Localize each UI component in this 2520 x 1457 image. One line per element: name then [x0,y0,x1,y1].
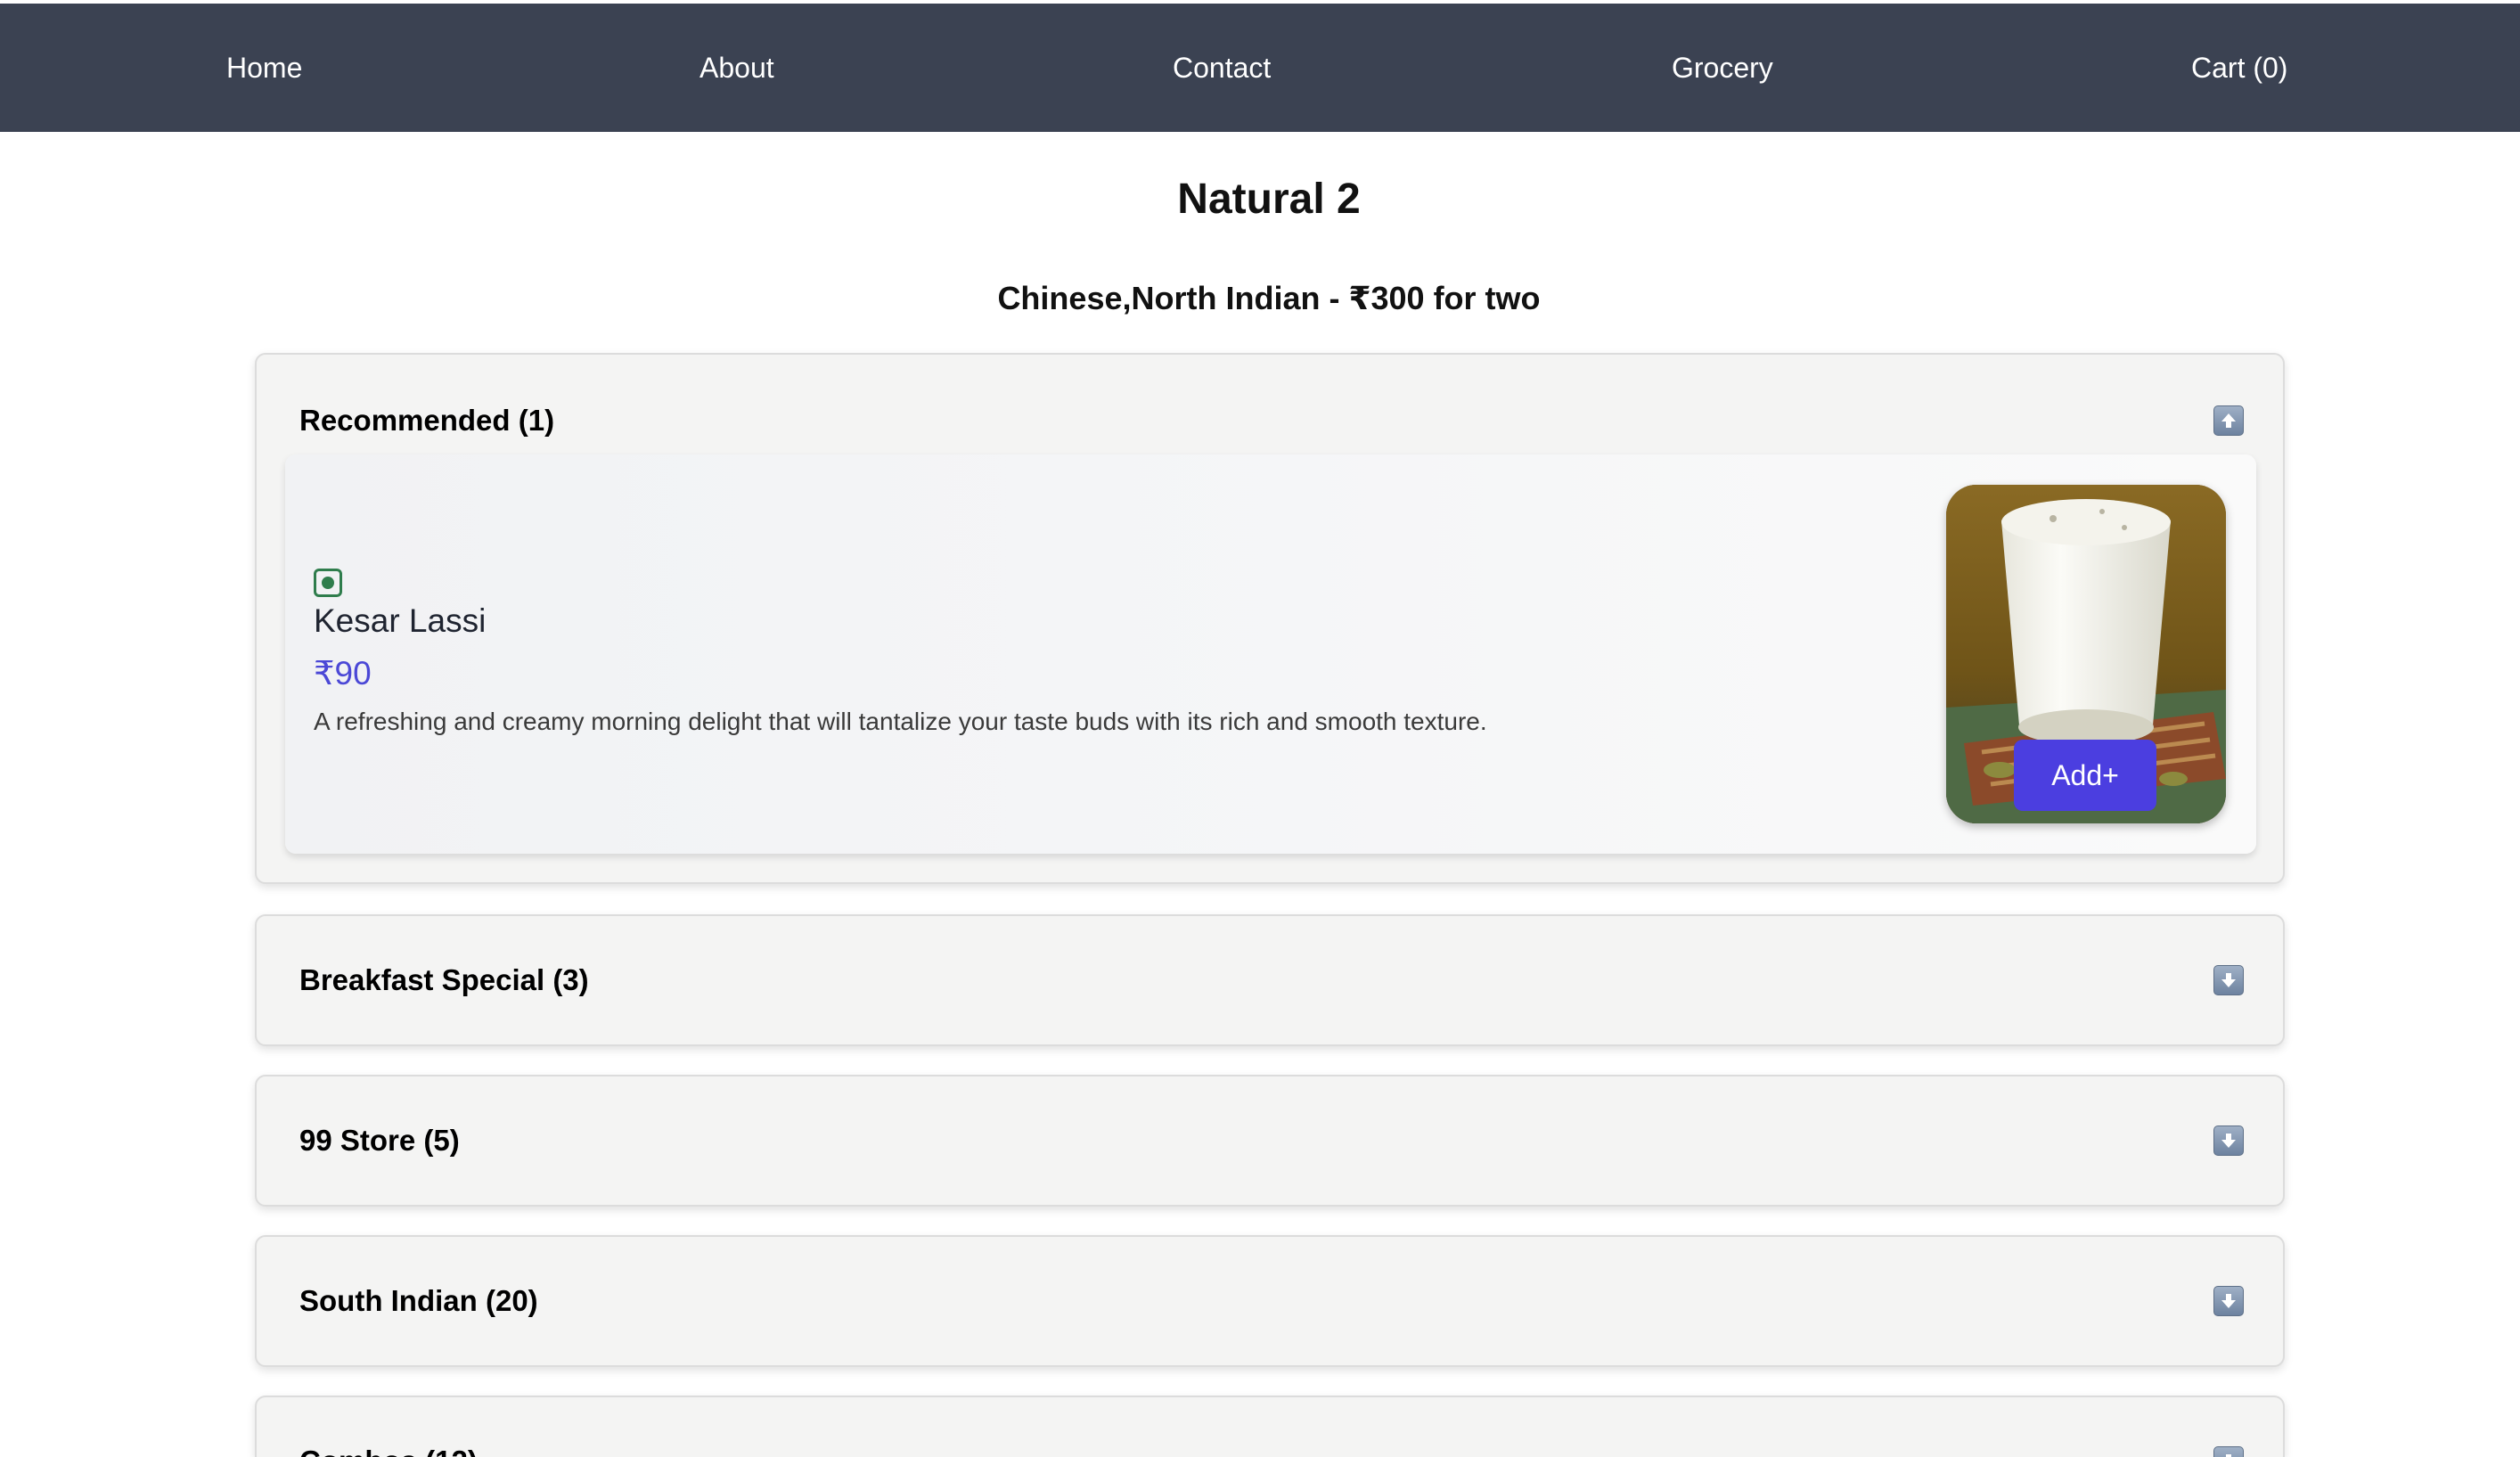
category-header[interactable]: Combos (12) [299,1397,2244,1457]
arrow-up-glyph [2221,413,2236,428]
arrow-down-icon[interactable] [2213,1125,2244,1156]
veg-icon [314,569,342,597]
restaurant-cuisine-and-cost: Chinese,North Indian - ₹300 for two [997,280,1541,316]
arrow-down-icon[interactable] [2213,1286,2244,1316]
category-title: Combos (12) [299,1445,478,1457]
restaurant-name: Natural 2 [1177,176,1361,223]
add-to-cart-button[interactable]: Add+ [2014,740,2156,811]
arrow-down-glyph [2221,1134,2236,1148]
arrow-down-icon[interactable] [2213,965,2244,995]
nav-grocery-link[interactable]: Grocery [1672,4,1773,132]
nav-contact-link[interactable]: Contact [1173,4,1271,132]
category-breakfast-special: Breakfast Special (3) [255,914,2285,1046]
arrow-down-glyph [2226,1454,2231,1457]
item-price: ₹90 [314,655,372,692]
item-description: A refreshing and creamy morning delight … [314,708,1487,735]
category-99-store: 99 Store (5) [255,1075,2285,1207]
menu-item-card: Kesar Lassi ₹90 A refreshing and creamy … [285,454,2256,854]
category-header[interactable]: 99 Store (5) [299,1076,2244,1205]
category-header[interactable]: Breakfast Special (3) [299,916,2244,1044]
top-nav: Home About Contact Grocery Cart (0) [0,4,2520,132]
arrow-down-icon[interactable] [2213,1446,2244,1457]
veg-dot [322,577,334,589]
category-recommended: Recommended (1) Kesar Lassi ₹90 A refres… [255,353,2285,884]
category-title: Recommended (1) [299,404,555,437]
category-title: 99 Store (5) [299,1124,460,1157]
category-combos: Combos (12) [255,1396,2285,1457]
nav-cart-link[interactable]: Cart (0) [2191,4,2287,132]
arrow-down-glyph [2221,973,2236,987]
arrow-down-glyph [2221,1294,2236,1308]
category-south-indian: South Indian (20) [255,1235,2285,1367]
category-title: Breakfast Special (3) [299,963,589,996]
arrow-up-icon[interactable] [2213,405,2244,436]
category-header[interactable]: South Indian (20) [299,1237,2244,1365]
nav-home-link[interactable]: Home [226,4,302,132]
category-title: South Indian (20) [299,1284,538,1317]
item-name: Kesar Lassi [314,602,487,639]
nav-about-link[interactable]: About [700,4,774,132]
